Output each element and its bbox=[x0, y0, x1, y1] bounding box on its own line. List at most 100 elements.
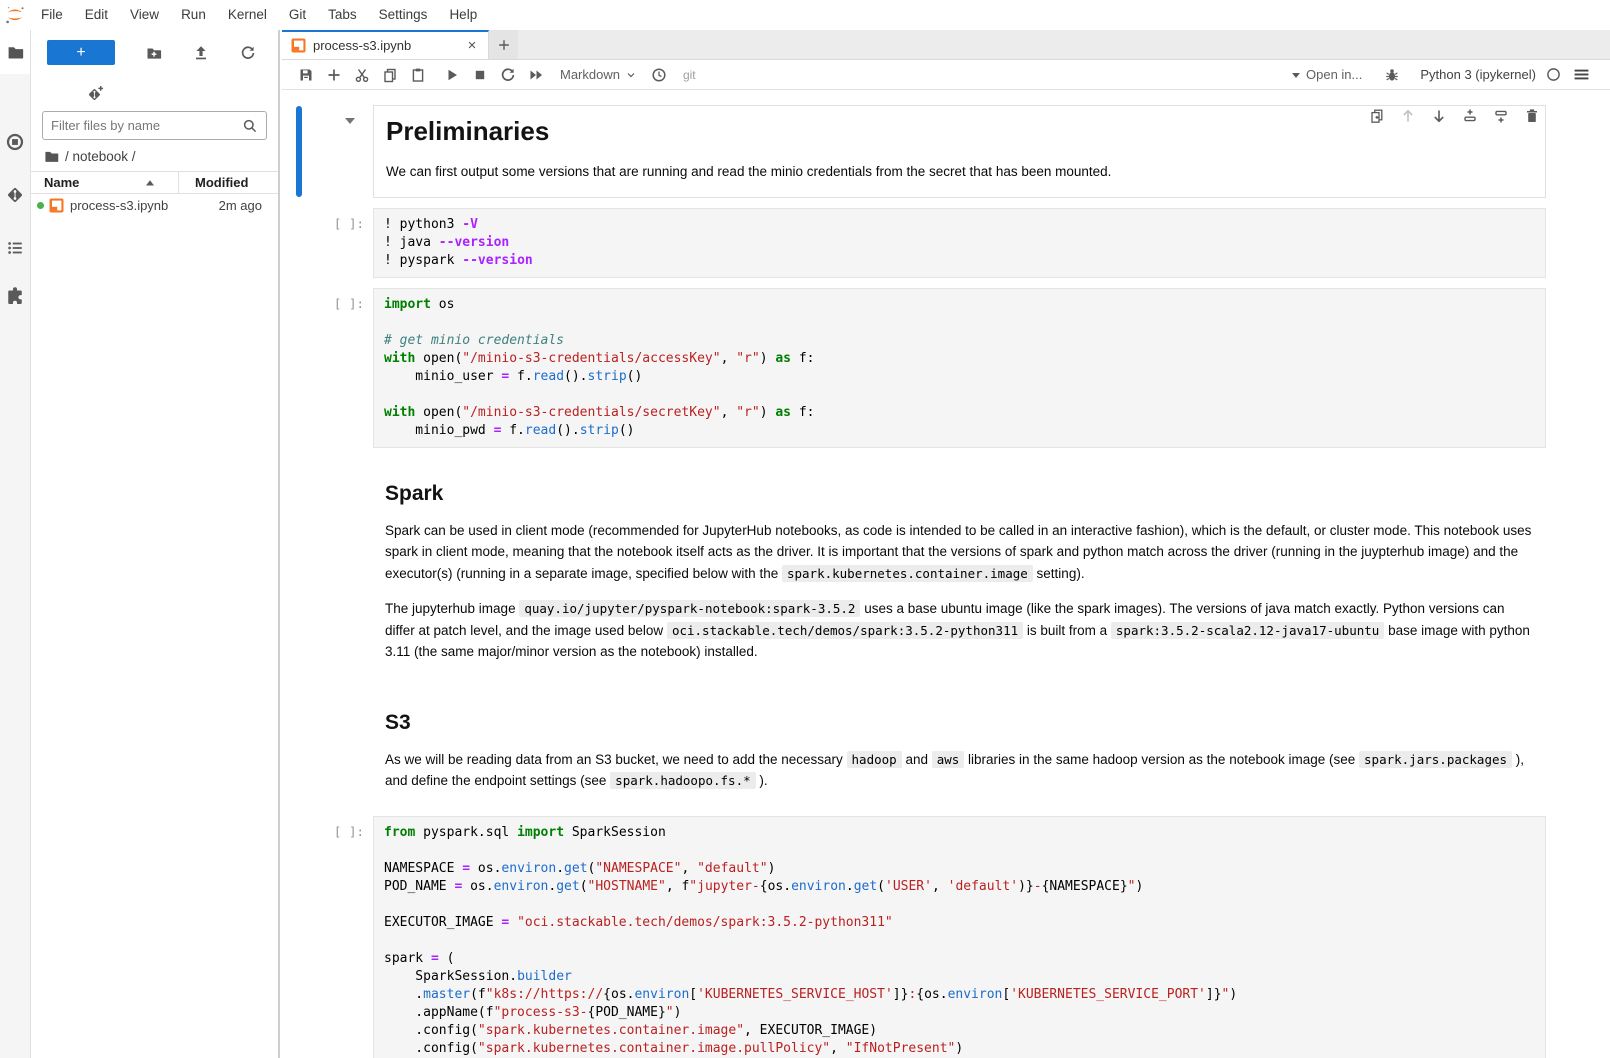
add-cell-icon[interactable] bbox=[326, 67, 342, 83]
cell-gutter: [ ]: bbox=[282, 288, 373, 448]
kernel-name-button[interactable]: Python 3 (ipykernel) bbox=[1420, 67, 1536, 82]
delete-cell-icon[interactable] bbox=[1524, 108, 1540, 124]
extensions-tab-puzzle-icon[interactable] bbox=[0, 273, 30, 317]
markdown-heading: Spark bbox=[385, 482, 1534, 506]
stop-icon[interactable] bbox=[472, 67, 488, 83]
markdown-paragraph: The jupyterhub image quay.io/jupyter/pys… bbox=[385, 598, 1534, 663]
markdown-rendered[interactable]: S3 As we will be reading data from an S3 … bbox=[373, 687, 1546, 806]
breadcrumb[interactable]: / notebook / bbox=[31, 140, 278, 171]
cut-icon[interactable] bbox=[354, 67, 370, 83]
cell-prompt: [ ]: bbox=[334, 216, 364, 231]
menu-item-git[interactable]: Git bbox=[278, 0, 317, 30]
save-icon[interactable] bbox=[298, 67, 314, 83]
file-row[interactable]: process-s3.ipynb2m ago bbox=[31, 194, 278, 217]
code-line: ! python3 -V bbox=[384, 216, 1535, 234]
run-all-icon[interactable] bbox=[528, 67, 544, 83]
file-status-dot bbox=[37, 202, 44, 209]
notebook-content: PreliminariesWe can first output some ve… bbox=[282, 91, 1610, 1058]
file-list: process-s3.ipynb2m ago bbox=[31, 194, 278, 217]
code-line: NAMESPACE = os.environ.get("NAMESPACE", … bbox=[384, 860, 1535, 878]
insert-below-icon[interactable] bbox=[1493, 108, 1509, 124]
move-down-icon[interactable] bbox=[1431, 108, 1447, 124]
collapse-caret-icon[interactable] bbox=[345, 118, 355, 124]
menu-item-kernel[interactable]: Kernel bbox=[217, 0, 278, 30]
tab-process-s3[interactable]: process-s3.ipynb × bbox=[282, 30, 489, 59]
code-line: with open("/minio-s3-credentials/secretK… bbox=[384, 404, 1535, 422]
code-editor[interactable]: ! python3 -V! java --version! pyspark --… bbox=[373, 208, 1546, 278]
notebook-cell-code-spark-session[interactable]: [ ]: from pyspark.sql import SparkSession… bbox=[282, 816, 1610, 1058]
menu-item-settings[interactable]: Settings bbox=[368, 0, 439, 30]
kernel-status-icon[interactable] bbox=[1546, 67, 1561, 82]
sort-arrow-icon bbox=[145, 179, 155, 187]
cell-list: PreliminariesWe can first output some ve… bbox=[282, 91, 1610, 1058]
jupyter-logo-icon bbox=[0, 0, 30, 30]
menu-item-file[interactable]: File bbox=[30, 0, 74, 30]
notebook-file-icon bbox=[291, 38, 306, 53]
new-folder-icon[interactable] bbox=[146, 45, 162, 61]
notebook-menu-hamburger-icon[interactable] bbox=[1573, 66, 1590, 83]
notebook-cell-code-minio-credentials[interactable]: [ ]: import os # get minio credentialswit… bbox=[282, 288, 1610, 448]
git-tab-icon[interactable] bbox=[0, 173, 30, 217]
file-name: process-s3.ipynb bbox=[70, 198, 206, 213]
move-up-icon[interactable] bbox=[1400, 108, 1416, 124]
running-kernels-tab-icon[interactable] bbox=[0, 120, 30, 164]
cell-gutter bbox=[282, 687, 373, 806]
code-line: .appName(f"process-s3-{POD_NAME}") bbox=[384, 1004, 1535, 1022]
menu-bar: FileEditViewRunKernelGitTabsSettingsHelp bbox=[0, 0, 1610, 30]
code-line: .config("spark.kubernetes.container.imag… bbox=[384, 1022, 1535, 1040]
run-icon[interactable] bbox=[444, 67, 460, 83]
file-modified: 2m ago bbox=[206, 198, 278, 213]
copy-icon[interactable] bbox=[382, 67, 398, 83]
notebook-cell-md-s3[interactable]: S3 As we will be reading data from an S3 … bbox=[282, 687, 1610, 806]
file-browser-tab-folder-icon[interactable] bbox=[0, 30, 30, 74]
file-list-header: Name Modified bbox=[31, 171, 278, 194]
duplicate-cell-icon[interactable] bbox=[1369, 108, 1385, 124]
markdown-heading: S3 bbox=[385, 711, 1534, 735]
open-in-dropdown[interactable]: Open in... bbox=[1291, 67, 1362, 82]
toolbar-right-group: Open in... Python 3 (ipykernel) bbox=[1291, 66, 1590, 83]
cell-prompt: [ ]: bbox=[334, 824, 364, 839]
cell-type-dropdown[interactable]: Markdown bbox=[560, 67, 637, 82]
upload-icon[interactable] bbox=[193, 45, 209, 61]
git-status-label: git bbox=[683, 68, 696, 82]
refresh-icon[interactable] bbox=[240, 45, 256, 61]
menu-item-tabs[interactable]: Tabs bbox=[317, 0, 368, 30]
markdown-rendered[interactable]: Spark Spark can be used in client mode (r… bbox=[373, 458, 1546, 677]
menu-item-run[interactable]: Run bbox=[170, 0, 217, 30]
active-cell-indicator bbox=[296, 106, 302, 197]
home-folder-icon[interactable] bbox=[44, 149, 59, 164]
menu-item-view[interactable]: View bbox=[119, 0, 170, 30]
table-of-contents-tab-icon[interactable] bbox=[0, 226, 30, 270]
code-line: .master(f"k8s://https://{os.environ['KUB… bbox=[384, 986, 1535, 1004]
code-line: # get minio credentials bbox=[384, 332, 1535, 350]
menu-item-help[interactable]: Help bbox=[438, 0, 488, 30]
menu-item-edit[interactable]: Edit bbox=[74, 0, 119, 30]
tab-close-icon[interactable]: × bbox=[464, 37, 480, 54]
filter-files-input[interactable] bbox=[51, 118, 242, 133]
code-line bbox=[384, 842, 1535, 860]
paste-icon[interactable] bbox=[410, 67, 426, 83]
restart-icon[interactable] bbox=[500, 67, 516, 83]
code-editor[interactable]: import os # get minio credentialswith op… bbox=[373, 288, 1546, 448]
main-area: process-s3.ipynb × bbox=[282, 30, 1610, 1058]
activity-bar bbox=[0, 30, 31, 1058]
cell-gutter bbox=[282, 458, 373, 677]
insert-above-icon[interactable] bbox=[1462, 108, 1478, 124]
new-tab-button[interactable] bbox=[489, 30, 518, 59]
markdown-heading: Preliminaries bbox=[386, 116, 1533, 147]
new-launcher-button[interactable]: + bbox=[47, 40, 115, 65]
markdown-paragraph: Spark can be used in client mode (recomm… bbox=[385, 520, 1534, 585]
clock-icon[interactable] bbox=[651, 67, 667, 83]
breadcrumb-path: / notebook / bbox=[65, 149, 136, 164]
git-clone-icon[interactable] bbox=[31, 65, 278, 103]
code-editor[interactable]: from pyspark.sql import SparkSession NAM… bbox=[373, 816, 1546, 1058]
column-header-name[interactable]: Name bbox=[31, 175, 178, 190]
markdown-paragraph: As we will be reading data from an S3 bu… bbox=[385, 749, 1534, 792]
cell-gutter: [ ]: bbox=[282, 208, 373, 278]
code-line: spark = ( bbox=[384, 950, 1535, 968]
notebook-cell-code-versions[interactable]: [ ]: ! python3 -V! java --version! pyspar… bbox=[282, 208, 1610, 278]
column-header-modified[interactable]: Modified bbox=[178, 172, 278, 193]
bug-icon[interactable] bbox=[1384, 67, 1400, 83]
notebook-cell-md-spark[interactable]: Spark Spark can be used in client mode (r… bbox=[282, 458, 1610, 677]
cell-prompt: [ ]: bbox=[334, 296, 364, 311]
